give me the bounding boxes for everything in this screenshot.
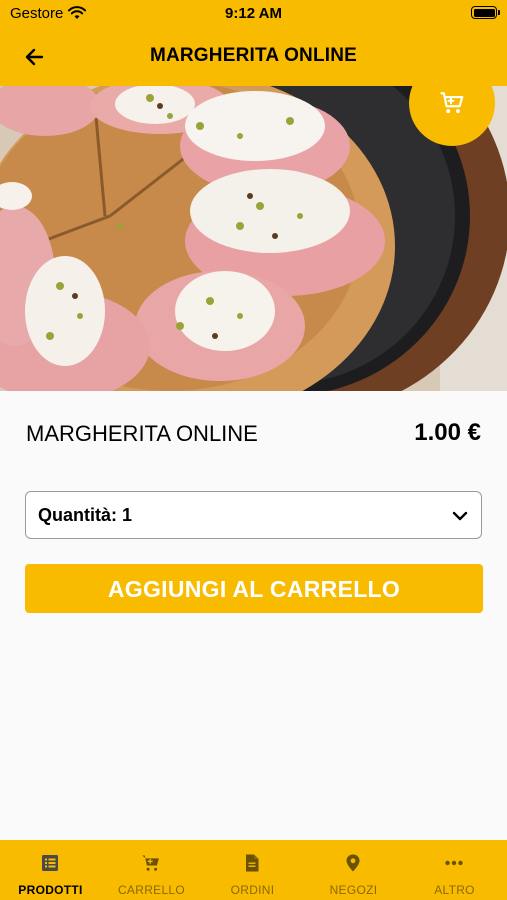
tab-label: ALTRO	[434, 883, 475, 897]
quantity-select[interactable]: Quantità: 1	[25, 491, 482, 539]
tab-label: CARRELLO	[117, 883, 186, 897]
tab-label: ORDINI	[230, 883, 275, 897]
tab-negozi[interactable]: NEGOZI	[303, 840, 404, 900]
product-price: 1.00 €	[414, 419, 481, 446]
status-bar: Gestore 9:12 AM	[0, 0, 507, 28]
chevron-down-icon	[452, 511, 468, 521]
cart-button[interactable]	[409, 60, 495, 146]
add-to-cart-button[interactable]: AGGIUNGI AL CARRELLO	[25, 564, 483, 613]
product-detail: MARGHERITA ONLINE 1.00 € Quantità: 1 AGG…	[0, 391, 507, 840]
tab-label: PRODOTTI	[18, 883, 83, 897]
battery-icon	[471, 6, 500, 19]
page-title: MARGHERITA ONLINE	[149, 45, 358, 66]
tab-prodotti[interactable]: PRODOTTI	[0, 840, 101, 900]
product-name: MARGHERITA ONLINE	[26, 421, 258, 446]
clock: 9:12 AM	[225, 5, 282, 22]
location-pin-icon	[346, 854, 360, 872]
tab-bar: PRODOTTI CARRELLO ORDINI NEGOZI ALTRO	[0, 840, 507, 900]
list-icon	[42, 855, 58, 871]
shopping-cart-icon	[440, 92, 464, 114]
tab-carrello[interactable]: CARRELLO	[101, 840, 202, 900]
quantity-value: Quantità: 1	[38, 505, 133, 525]
document-icon	[246, 854, 259, 872]
tab-ordini[interactable]: ORDINI	[202, 840, 303, 900]
more-dots-icon	[445, 860, 463, 866]
tab-altro[interactable]: ALTRO	[404, 840, 505, 900]
cart-icon	[142, 855, 159, 871]
tab-label: NEGOZI	[329, 883, 378, 897]
